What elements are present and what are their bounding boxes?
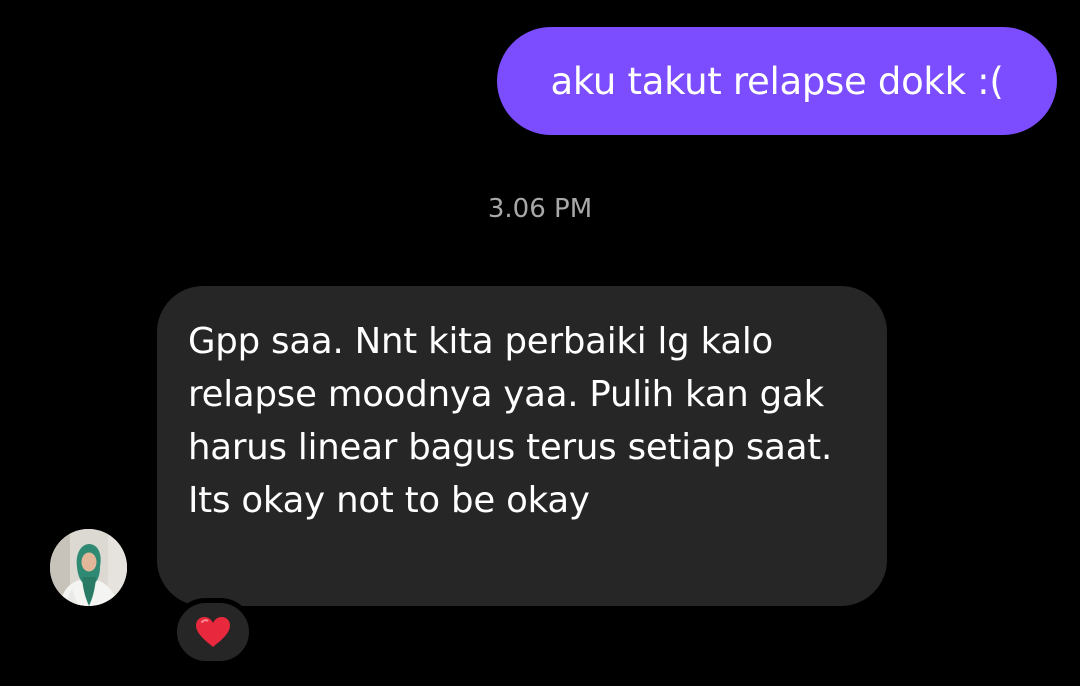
message-reaction[interactable] bbox=[172, 598, 254, 666]
chat-thread: aku takut relapse dokk :( 3.06 PM Gpp sa… bbox=[0, 0, 1080, 686]
message-timestamp: 3.06 PM bbox=[487, 194, 593, 224]
outgoing-message-text: aku takut relapse dokk :( bbox=[550, 59, 1004, 103]
incoming-message-text: Gpp saa. Nnt kita perbaiki lg kalo relap… bbox=[188, 321, 833, 521]
outgoing-message-bubble[interactable]: aku takut relapse dokk :( bbox=[497, 27, 1057, 135]
incoming-message-bubble[interactable]: Gpp saa. Nnt kita perbaiki lg kalo relap… bbox=[157, 286, 887, 606]
heart-icon bbox=[196, 617, 230, 647]
avatar[interactable] bbox=[50, 529, 127, 606]
doctor-avatar-icon bbox=[50, 529, 127, 606]
